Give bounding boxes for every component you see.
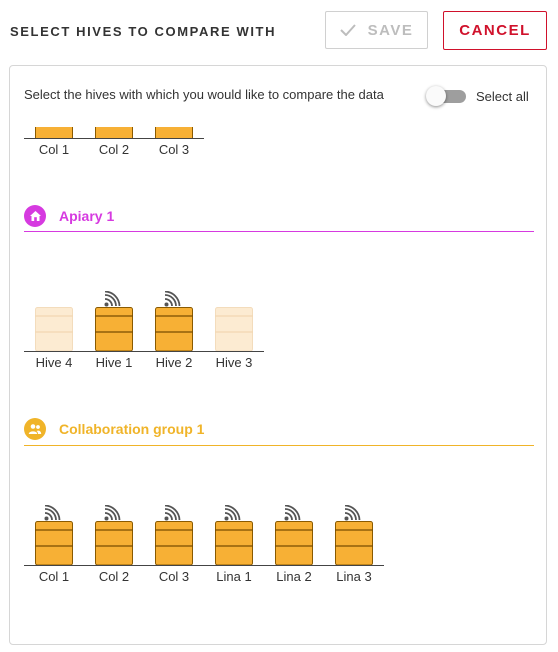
signal-icon xyxy=(164,504,182,521)
collab-hive-3[interactable]: Col 3 xyxy=(144,504,204,585)
hive-label: Col 2 xyxy=(98,569,130,584)
hive-label: Lina 1 xyxy=(216,569,252,584)
hive-label: Lina 3 xyxy=(336,569,372,584)
signal-icon xyxy=(104,504,122,521)
signal-icon xyxy=(224,504,242,521)
collab-hive-4[interactable]: Lina 1 xyxy=(204,504,264,585)
signal-icon xyxy=(44,504,62,521)
collab-hive-2[interactable]: Col 2 xyxy=(84,504,144,585)
collab-hives: Col 1 Col 2 Col 3 Lina 1 Lina 2 Lina 3 xyxy=(10,66,546,644)
hive-label: Lina 2 xyxy=(276,569,312,584)
hive-icon xyxy=(215,521,253,566)
hive-label: Col 3 xyxy=(158,569,190,584)
save-button[interactable]: SAVE xyxy=(325,11,428,49)
cancel-button[interactable]: CANCEL xyxy=(443,11,547,50)
hive-icon xyxy=(335,521,373,566)
collab-hive-1[interactable]: Col 1 xyxy=(24,504,84,585)
dialog-header: SELECT HIVES TO COMPARE WITH SAVE CANCEL xyxy=(0,0,558,62)
check-icon xyxy=(339,24,356,36)
hive-selection-panel: Select the hives with which you would li… xyxy=(9,65,547,645)
collab-hive-6[interactable]: Lina 3 xyxy=(324,504,384,585)
signal-icon xyxy=(284,504,302,521)
hive-icon xyxy=(275,521,313,566)
save-label: SAVE xyxy=(367,21,414,39)
signal-icon xyxy=(344,504,362,521)
hive-icon xyxy=(35,521,73,566)
collab-hive-5[interactable]: Lina 2 xyxy=(264,504,324,585)
hive-icon xyxy=(95,521,133,566)
hive-row-baseline xyxy=(24,565,384,566)
dialog-title: SELECT HIVES TO COMPARE WITH xyxy=(10,24,277,39)
hive-icon xyxy=(155,521,193,566)
hive-label: Col 1 xyxy=(38,569,70,584)
